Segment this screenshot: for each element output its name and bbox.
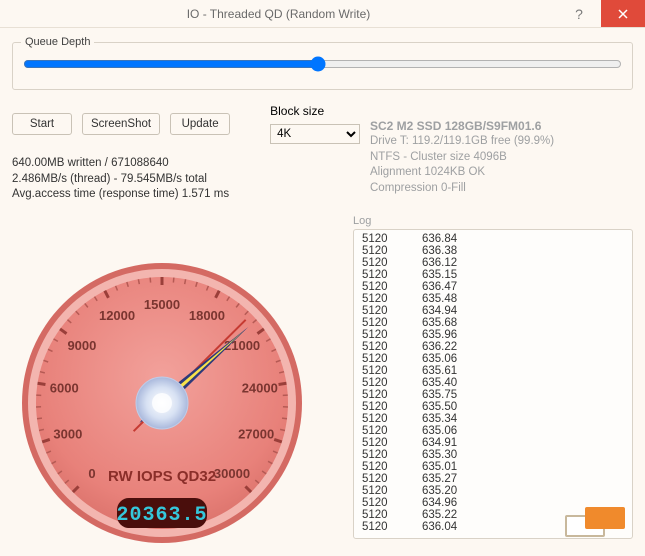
log-row: 5120635.30 <box>362 449 624 461</box>
svg-text:6000: 6000 <box>50 380 79 395</box>
queue-depth-slider-wrap <box>21 52 624 75</box>
queue-depth-label: Queue Depth <box>21 36 94 48</box>
svg-text:24000: 24000 <box>242 380 278 395</box>
log-row: 5120635.06 <box>362 425 624 437</box>
block-size-label: Block size <box>270 104 360 118</box>
gauge-label: RW IOPS QD32 <box>108 468 216 485</box>
log-row: 5120635.68 <box>362 317 624 329</box>
gauge-reading: 20363.5 <box>116 504 207 527</box>
watermark-logo <box>565 507 629 539</box>
window-buttons: ? <box>557 0 645 27</box>
svg-text:18000: 18000 <box>189 307 225 322</box>
log-row: 5120635.61 <box>362 365 624 377</box>
titlebar: IO - Threaded QD (Random Write) ? <box>0 0 645 28</box>
svg-text:27000: 27000 <box>238 426 274 441</box>
log-row: 5120635.48 <box>362 293 624 305</box>
log-row: 5120636.12 <box>362 257 624 269</box>
content-area: Queue Depth Start ScreenShot Update Bloc… <box>0 28 645 545</box>
queue-depth-slider[interactable] <box>23 56 622 72</box>
svg-text:30000: 30000 <box>214 466 250 481</box>
close-button[interactable] <box>601 0 645 27</box>
drive-name: SC2 M2 SSD 128GB/S9FM01.6 <box>370 118 554 134</box>
log-row: 5120636.22 <box>362 341 624 353</box>
log-row: 5120635.75 <box>362 389 624 401</box>
log-row: 5120635.34 <box>362 413 624 425</box>
drive-comp: Compression 0-Fill <box>370 181 554 197</box>
window-title: IO - Threaded QD (Random Write) <box>0 7 557 21</box>
svg-text:15000: 15000 <box>144 297 180 312</box>
log-label: Log <box>353 215 633 227</box>
log-row: 5120636.84 <box>362 233 624 245</box>
log-box[interactable]: 5120636.845120636.385120636.125120635.15… <box>353 229 633 539</box>
update-button[interactable]: Update <box>170 113 230 135</box>
log-row: 5120636.38 <box>362 245 624 257</box>
log-row: 5120635.96 <box>362 329 624 341</box>
log-section: Log 5120636.845120636.385120636.12512063… <box>353 215 633 539</box>
main-area: 0300060009000120001500018000210002400027… <box>12 215 633 555</box>
log-row: 5120635.15 <box>362 269 624 281</box>
log-row: 5120635.27 <box>362 473 624 485</box>
drive-align: Alignment 1024KB OK <box>370 165 554 181</box>
close-icon <box>618 9 628 19</box>
log-row: 5120634.94 <box>362 305 624 317</box>
log-row: 5120634.91 <box>362 437 624 449</box>
log-row: 5120635.06 <box>362 353 624 365</box>
drive-fs: NTFS - Cluster size 4096B <box>370 150 554 166</box>
gauge: 0300060009000120001500018000210002400027… <box>12 253 312 553</box>
gauge-svg: 0300060009000120001500018000210002400027… <box>12 253 312 553</box>
log-row: 5120635.20 <box>362 485 624 497</box>
log-row: 5120636.47 <box>362 281 624 293</box>
svg-text:12000: 12000 <box>99 307 135 322</box>
drive-free: Drive T: 119.2/119.1GB free (99.9%) <box>370 134 554 150</box>
log-row: 5120635.50 <box>362 401 624 413</box>
log-row: 5120635.01 <box>362 461 624 473</box>
start-button[interactable]: Start <box>12 113 72 135</box>
block-size-select[interactable]: 4K <box>270 124 360 144</box>
log-row: 5120635.40 <box>362 377 624 389</box>
screenshot-button[interactable]: ScreenShot <box>82 113 160 135</box>
svg-text:0: 0 <box>88 466 95 481</box>
drive-info: SC2 M2 SSD 128GB/S9FM01.6 Drive T: 119.2… <box>370 118 554 196</box>
svg-text:3000: 3000 <box>53 426 82 441</box>
help-button[interactable]: ? <box>557 0 601 27</box>
svg-text:9000: 9000 <box>67 337 96 352</box>
queue-depth-group: Queue Depth <box>12 36 633 90</box>
